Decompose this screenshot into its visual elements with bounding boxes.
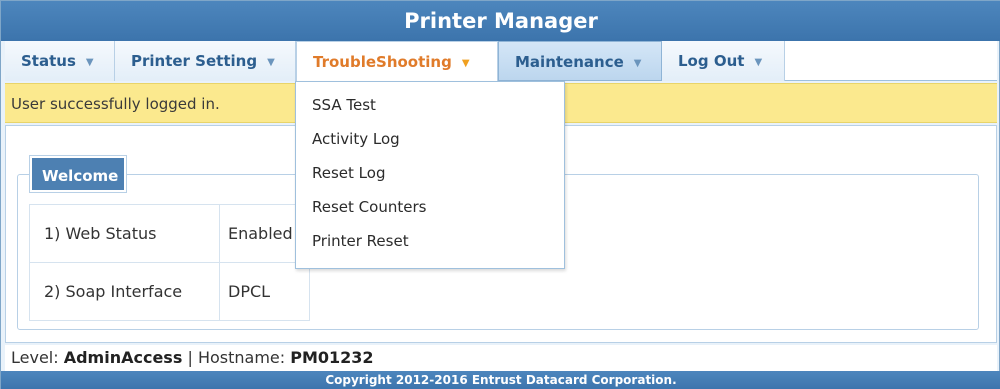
status-table: 1) Web Status Enabled 2) Soap Interface …	[29, 204, 310, 321]
chevron-down-icon: ▼	[461, 58, 470, 69]
hostname-value: PM01232	[290, 348, 374, 367]
nav-item-label: TroubleShooting	[313, 53, 452, 71]
table-cell-value: DPCL	[219, 262, 310, 321]
menu-item-ssa-test[interactable]: SSA Test	[296, 88, 564, 122]
nav-item-label: Maintenance	[515, 53, 624, 71]
menu-item-reset-log[interactable]: Reset Log	[296, 156, 564, 190]
troubleshooting-menu: SSA Test Activity Log Reset Log Reset Co…	[295, 81, 565, 269]
chevron-down-icon: ▼	[85, 57, 94, 68]
hostname-label: Hostname:	[197, 348, 286, 367]
nav-item-label: Log Out	[678, 52, 745, 70]
menu-item-activity-log[interactable]: Activity Log	[296, 122, 564, 156]
level-label: Level:	[11, 348, 59, 367]
nav-item-log-out[interactable]: Log Out ▼	[662, 41, 785, 81]
page-title: Printer Manager	[1, 1, 1000, 41]
nav-item-status[interactable]: Status ▼	[5, 41, 115, 81]
nav-item-printer-setting[interactable]: Printer Setting ▼	[115, 41, 296, 81]
separator: |	[187, 348, 193, 367]
main-nav: Status ▼ Printer Setting ▼ TroubleShooting…	[5, 41, 997, 81]
table-cell-key: 2) Soap Interface	[29, 262, 220, 321]
copyright: Copyright 2012-2016 Entrust Datacard Cor…	[1, 371, 1000, 389]
table-cell-key: 1) Web Status	[29, 204, 220, 263]
chevron-down-icon: ▼	[633, 58, 642, 69]
chevron-down-icon: ▼	[754, 57, 763, 68]
level-value: AdminAccess	[63, 348, 183, 367]
menu-item-printer-reset[interactable]: Printer Reset	[296, 224, 564, 258]
table-row: 1) Web Status Enabled	[29, 204, 310, 263]
menu-item-reset-counters[interactable]: Reset Counters	[296, 190, 564, 224]
chevron-down-icon: ▼	[267, 57, 275, 68]
nav-item-label: Printer Setting	[131, 52, 258, 70]
table-row: 2) Soap Interface DPCL	[29, 262, 310, 321]
app-window: Printer Manager Status ▼ Printer Setting ▼…	[0, 0, 1000, 389]
session-info: Level: AdminAccess | Hostname: PM01232	[5, 345, 997, 371]
nav-item-label: Status	[21, 52, 76, 70]
welcome-legend: Welcome	[29, 155, 127, 193]
nav-item-maintenance[interactable]: Maintenance ▼	[498, 41, 662, 81]
nav-item-troubleshooting[interactable]: TroubleShooting ▼	[296, 41, 498, 81]
